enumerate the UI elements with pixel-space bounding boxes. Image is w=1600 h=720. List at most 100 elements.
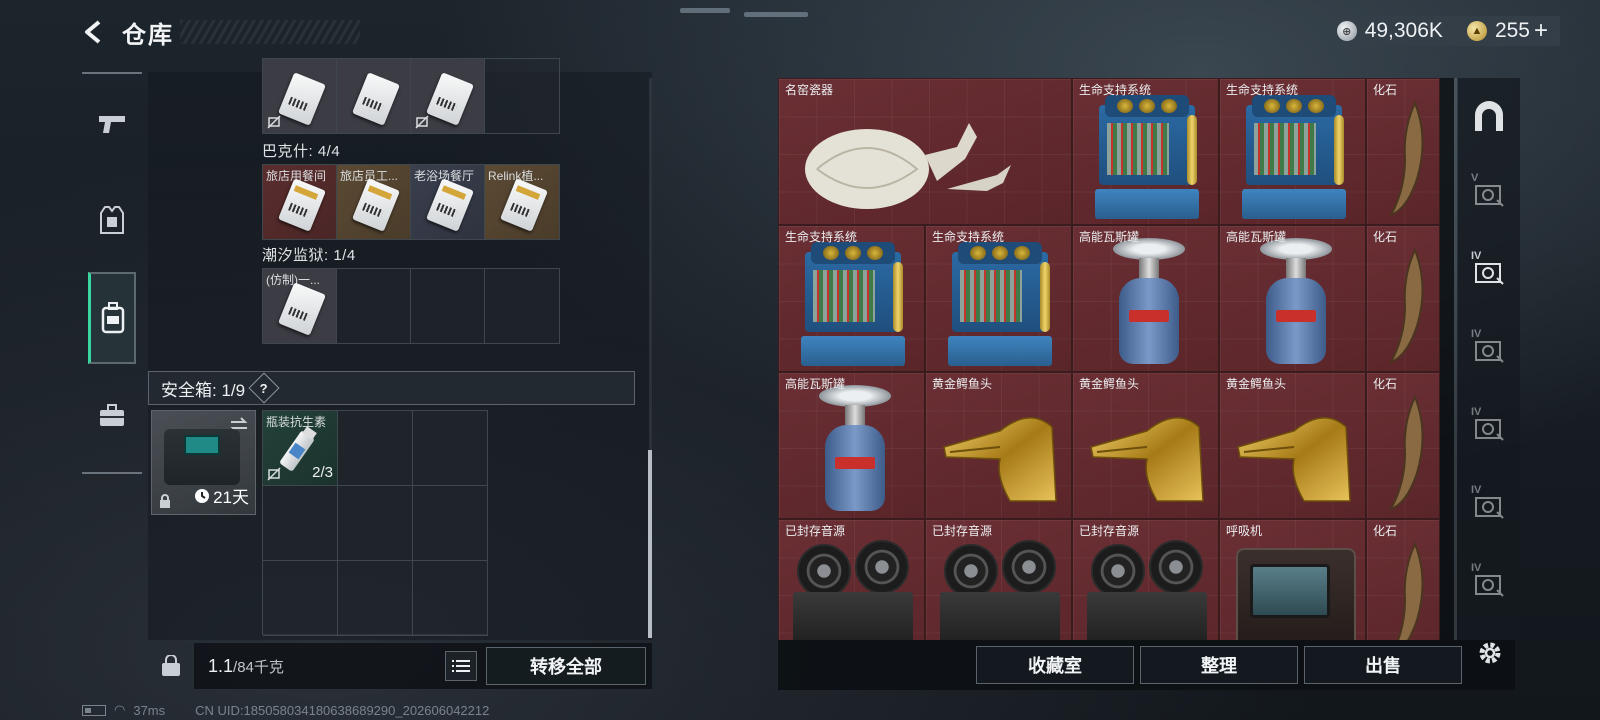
nav-briefcase[interactable] xyxy=(88,392,136,440)
stash-item-fossil[interactable]: 化石 xyxy=(1366,225,1440,372)
safe-slot[interactable] xyxy=(413,486,488,561)
tab-level: IV xyxy=(1471,484,1482,496)
keycard-slot[interactable]: (仿制)一... xyxy=(263,269,337,343)
safe-slot-antibiotics[interactable]: 瓶装抗生素 2/3 xyxy=(263,411,338,486)
stash-scrollbar[interactable] xyxy=(1454,78,1457,640)
keycard-slot[interactable] xyxy=(263,59,337,133)
gas-canister-icon xyxy=(1109,238,1189,370)
safe-slot[interactable] xyxy=(338,486,413,561)
ceiling-light xyxy=(744,12,808,17)
golden-croc-head-icon xyxy=(1237,417,1351,502)
scrollbar[interactable] xyxy=(648,450,652,638)
safe-slot[interactable] xyxy=(413,561,488,636)
stash-tab-tier-v[interactable]: V xyxy=(1469,172,1509,214)
safe-box-header: 安全箱: 1/9 ? xyxy=(148,371,635,405)
tab-level: IV xyxy=(1471,250,1482,262)
vault-icon xyxy=(1475,497,1504,519)
stash-item-fossil[interactable]: 化石 xyxy=(1366,519,1440,640)
vest-icon xyxy=(100,206,124,234)
porcelain-vase-icon xyxy=(805,123,1011,209)
stash-item-machine[interactable]: 生命支持系统 xyxy=(1219,78,1366,225)
fossil-claw-icon xyxy=(1388,100,1424,217)
safe-slot[interactable] xyxy=(338,561,413,636)
keycard-slot[interactable] xyxy=(485,59,559,133)
item-label: 黄金鳄鱼头 xyxy=(932,377,993,391)
safe-days-text: 21天 xyxy=(213,488,249,507)
keycard-slot[interactable]: Relink植... xyxy=(485,165,559,239)
nav-weapons[interactable] xyxy=(88,100,136,148)
wifi-icon: ◠ xyxy=(114,702,126,717)
life-support-system-icon xyxy=(1095,95,1199,221)
safe-slot[interactable] xyxy=(413,411,488,486)
sort-button[interactable]: 整理 xyxy=(1140,646,1298,684)
stash-item-tank[interactable]: 高能瓦斯罐 xyxy=(1072,225,1219,372)
item-label: 呼吸机 xyxy=(1226,524,1263,538)
stash-item-croc[interactable]: 黄金鳄鱼头 xyxy=(1072,372,1219,519)
keycard-slot[interactable] xyxy=(337,269,411,343)
nav-backpack[interactable] xyxy=(88,272,136,364)
stash-tab-tier-iv-b[interactable]: IV xyxy=(1469,328,1509,370)
safe-slot[interactable] xyxy=(338,411,413,486)
stash-tab-tier-iv-d[interactable]: IV xyxy=(1469,484,1509,526)
nav-equipment[interactable] xyxy=(88,196,136,244)
stash-item-machine[interactable]: 生命支持系统 xyxy=(1072,78,1219,225)
list-view-button[interactable] xyxy=(445,651,477,681)
stash-tab-tier-iv-a[interactable]: IV xyxy=(1469,250,1509,292)
stash-item-vase[interactable]: 名窑瓷器 xyxy=(778,78,1072,225)
stash-item-resp[interactable]: 呼吸机 xyxy=(1219,519,1366,640)
stash-item-fossil[interactable]: 化石 xyxy=(1366,372,1440,519)
tape-recorder-icon xyxy=(1087,538,1207,640)
item-label: 化石 xyxy=(1373,83,1398,97)
no-trade-icon xyxy=(415,115,429,129)
weight-icon xyxy=(148,643,194,689)
chevron-left-icon xyxy=(85,20,101,44)
stash-item-croc[interactable]: 黄金鳄鱼头 xyxy=(925,372,1072,519)
stash-item-fossil[interactable]: 化石 xyxy=(1366,78,1440,225)
stash-tab-tier-iv-c[interactable]: IV xyxy=(1469,406,1509,448)
help-button[interactable]: ? xyxy=(248,372,280,404)
safe-slot[interactable] xyxy=(263,561,338,636)
keycard-slot[interactable] xyxy=(337,59,411,133)
stash-item-machine[interactable]: 生命支持系统 xyxy=(925,225,1072,372)
item-label: 生命支持系统 xyxy=(785,230,858,244)
stash-item-reel[interactable]: 已封存音源 xyxy=(925,519,1072,640)
keycard-slot[interactable]: 旅店员工... xyxy=(337,165,411,239)
fossil-claw-icon xyxy=(1388,247,1424,364)
stash-item-tank[interactable]: 高能瓦斯罐 xyxy=(778,372,925,519)
keycard-icon xyxy=(277,178,327,232)
stash-item-tank[interactable]: 高能瓦斯罐 xyxy=(1219,225,1366,372)
keycard-slot[interactable] xyxy=(411,59,485,133)
item-label: 高能瓦斯罐 xyxy=(1079,230,1140,244)
stash-item-croc[interactable]: 黄金鳄鱼头 xyxy=(1219,372,1366,519)
golden-croc-head-icon xyxy=(1090,417,1204,502)
add-gold-button[interactable]: + xyxy=(1534,17,1548,45)
item-label: 已封存音源 xyxy=(932,524,993,538)
no-trade-icon xyxy=(267,467,281,481)
settings-button[interactable] xyxy=(1473,636,1507,670)
transfer-all-button[interactable]: 转移全部 xyxy=(486,647,646,685)
stash-item-reel[interactable]: 已封存音源 xyxy=(778,519,925,640)
item-label: 生命支持系统 xyxy=(1226,83,1299,97)
stash-item-machine[interactable]: 生命支持系统 xyxy=(778,225,925,372)
back-button[interactable] xyxy=(78,14,110,50)
battery-icon xyxy=(82,704,106,716)
safe-slot[interactable] xyxy=(263,486,338,561)
keycard-slot[interactable]: 旅店用餐间 xyxy=(263,165,337,239)
ceiling-light xyxy=(680,8,730,13)
clock-icon xyxy=(195,488,210,503)
stash-tab-all[interactable] xyxy=(1469,96,1509,136)
stash-tab-tier-iv-e[interactable]: IV xyxy=(1469,562,1509,604)
help-icon: ? xyxy=(260,380,269,396)
vault-icon xyxy=(1475,419,1504,441)
keycard-slot[interactable] xyxy=(411,269,485,343)
keycard-slot[interactable]: 老浴场餐厅 xyxy=(411,165,485,239)
safe-box-duration: 21天 xyxy=(194,483,249,508)
keycard-section-prison: 潮汐监狱: 1/4 xyxy=(262,247,356,264)
safe-box[interactable]: 21天 xyxy=(151,410,256,515)
stash-item-reel[interactable]: 已封存音源 xyxy=(1072,519,1219,640)
keycard-icon xyxy=(277,282,327,336)
sell-button[interactable]: 出售 xyxy=(1304,646,1462,684)
keycard-slot[interactable] xyxy=(485,269,559,343)
keycard-icon xyxy=(351,72,401,126)
collection-button[interactable]: 收藏室 xyxy=(976,646,1134,684)
